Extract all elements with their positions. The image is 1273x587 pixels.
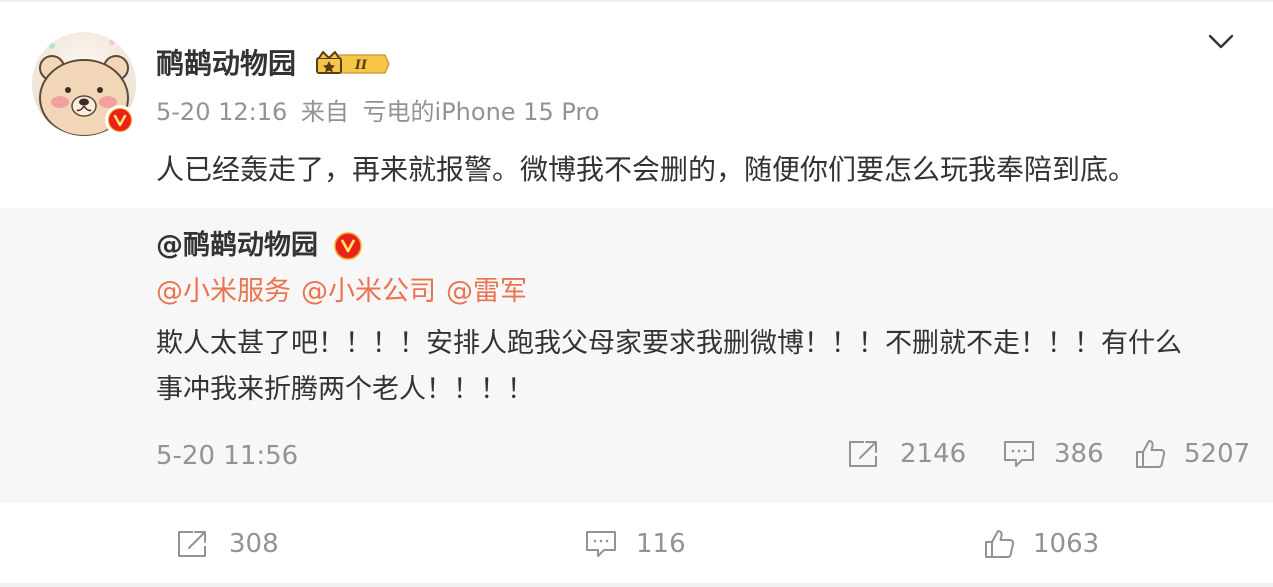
verified-v-icon — [333, 231, 363, 261]
post-source: 亏电的iPhone 15 Pro — [362, 98, 600, 126]
share-icon — [849, 441, 877, 467]
post-meta: 5-20 12:16 来自 亏电的iPhone 15 Pro — [156, 96, 605, 128]
comment-count: 386 — [1054, 439, 1104, 469]
weibo-post-card: 鸸鹋动物园 II 5-20 12:16 来自 亏电的iPhone 15 Pro … — [0, 0, 1273, 587]
author-avatar[interactable] — [32, 32, 136, 136]
repost-like-button[interactable]: 5207 — [1134, 436, 1250, 472]
comment-icon — [586, 531, 616, 557]
member-level: II — [354, 58, 368, 73]
divider-top — [0, 0, 1273, 2]
comment-icon — [1004, 441, 1034, 467]
author-name[interactable]: 鸸鹋动物园 — [156, 44, 296, 84]
repost-body-line: 欺人太甚了吧！！！！安排人跑我父母家要求我删微博！！！不删就不走！！！有什么 — [156, 328, 1182, 359]
share-count: 308 — [229, 529, 279, 559]
post-time[interactable]: 5-20 12:16 — [156, 98, 287, 126]
like-button[interactable]: 1063 — [983, 526, 1099, 562]
mention-xiaomi-company[interactable]: @小米公司 — [301, 276, 436, 307]
thumbs-up-icon — [985, 530, 1015, 558]
mention-leijun[interactable]: @雷军 — [446, 276, 527, 307]
thumbs-up-icon — [1136, 440, 1166, 468]
verified-v-icon — [105, 105, 135, 135]
repost-body-line: 事冲我来折腾两个老人！！！！ — [156, 374, 534, 405]
repost-comment-button[interactable]: 386 — [1002, 436, 1104, 472]
comment-count: 116 — [636, 529, 686, 559]
repost-time[interactable]: 5-20 11:56 — [156, 438, 298, 474]
divider-bottom — [0, 583, 1273, 587]
share-button[interactable]: 308 — [175, 526, 279, 562]
source-prefix: 来自 — [300, 98, 349, 126]
mention-xiaomi-service[interactable]: @小米服务 — [156, 276, 291, 307]
share-icon — [178, 531, 206, 557]
comment-button[interactable]: 116 — [584, 526, 686, 562]
like-count: 1063 — [1033, 529, 1100, 559]
repost-share-button[interactable]: 2146 — [846, 436, 966, 472]
repost-author-name[interactable]: @鸸鹋动物园 — [156, 228, 318, 264]
post-text: 人已经轰走了，再来就报警。微博我不会删的，随便你们要怎么玩我奉陪到底。 — [156, 153, 1137, 186]
chevron-down-icon[interactable] — [1206, 30, 1236, 54]
member-crown-icon[interactable]: II — [315, 49, 391, 79]
reposted-card[interactable]: @鸸鹋动物园 @小米服务 @小米公司 @雷军 欺人太甚了吧！！！！安排人跑我父母家要… — [0, 208, 1273, 503]
repost-body: 欺人太甚了吧！！！！安排人跑我父母家要求我删微博！！！不删就不走！！！有什么 事… — [156, 321, 1226, 413]
mention-list: @小米服务 @小米公司 @雷军 — [156, 274, 537, 310]
like-count: 5207 — [1184, 439, 1251, 469]
share-count: 2146 — [900, 439, 967, 469]
